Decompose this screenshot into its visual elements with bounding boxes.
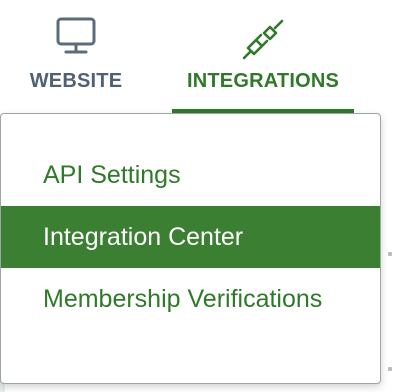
background-content-edge [388, 110, 396, 392]
background-mark [388, 367, 392, 371]
menu-item-integration-center[interactable]: Integration Center [1, 206, 380, 268]
menu-item-api-settings[interactable]: API Settings [1, 144, 380, 206]
tab-website-label: WEBSITE [29, 70, 123, 92]
integrations-dropdown-menu: API Settings Integration Center Membersh… [0, 113, 381, 384]
dropdown-menu-list: API Settings Integration Center Membersh… [1, 144, 380, 330]
tab-website[interactable]: WEBSITE [14, 0, 138, 112]
monitor-icon [54, 16, 98, 61]
tab-integrations[interactable]: INTEGRATIONS [172, 0, 354, 113]
background-mark [388, 252, 392, 256]
tab-integrations-label: INTEGRATIONS [186, 70, 340, 92]
menu-item-membership-verifications[interactable]: Membership Verifications [1, 268, 380, 330]
top-nav: WEBSITE INTEGRATIONS [0, 0, 396, 113]
plug-icon [240, 16, 286, 67]
